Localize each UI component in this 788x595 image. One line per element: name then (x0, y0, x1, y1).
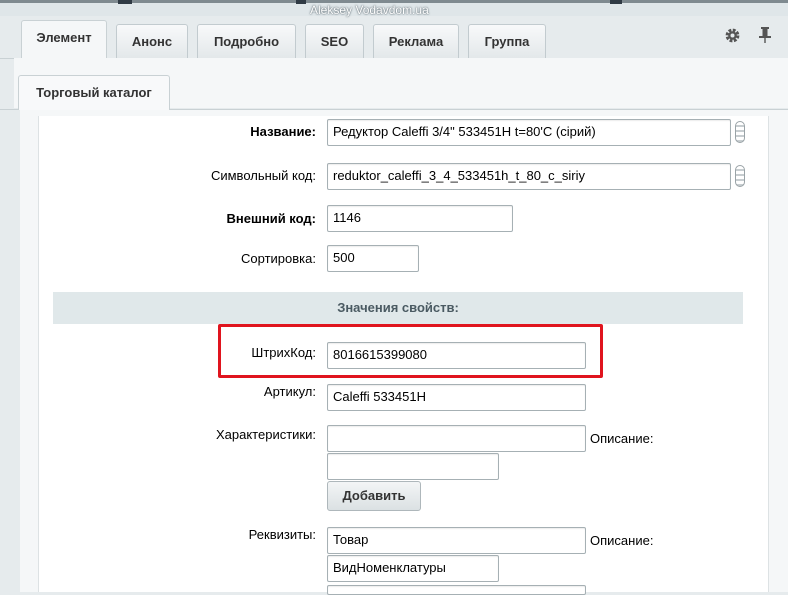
requisites-desc-label: Описание: (590, 533, 654, 548)
pin-icon[interactable] (758, 26, 772, 44)
xml-id-label: Внешний код: (226, 211, 316, 226)
tab-trade-catalog[interactable]: Торговый каталог (18, 75, 170, 110)
chain-link-icon[interactable] (735, 165, 745, 187)
sort-label: Сортировка: (241, 251, 316, 266)
properties-section-title: Значения свойств: (53, 292, 743, 324)
tab-group[interactable]: Группа (468, 24, 546, 58)
requisites-input[interactable]: Товар (327, 527, 586, 554)
tab-seo[interactable]: SEO (305, 24, 364, 58)
highlight-box (218, 324, 603, 378)
tab-ads[interactable]: Реклама (373, 24, 459, 58)
characteristics-input[interactable] (327, 425, 586, 452)
article-label: Артикул: (263, 384, 316, 399)
tab-announce[interactable]: Анонс (116, 24, 188, 58)
chain-link-icon[interactable] (735, 121, 745, 143)
tab-element[interactable]: Элемент (21, 20, 107, 58)
characteristics-label: Характеристики: (215, 427, 316, 442)
tab-details[interactable]: Подробно (197, 24, 296, 58)
top-mark (610, 0, 622, 4)
gear-icon[interactable] (724, 27, 741, 44)
sort-input[interactable]: 500 (327, 245, 419, 272)
code-label: Символьный код: (210, 168, 316, 183)
requisites-desc-input[interactable]: ВидНоменклатуры (327, 555, 499, 582)
watermark: Aleksey Vodavdom.ua (310, 3, 429, 17)
xml-id-input[interactable]: 1146 (327, 205, 513, 232)
name-label: Название: (250, 124, 316, 139)
characteristics-desc-input[interactable] (327, 453, 499, 480)
characteristics-desc-label: Описание: (590, 431, 654, 446)
top-mark (296, 0, 306, 4)
article-input[interactable]: Caleffi 533451H (327, 384, 586, 411)
add-button[interactable]: Добавить (327, 481, 421, 511)
name-input[interactable]: Редуктор Caleffi 3/4" 533451H t=80'C (сі… (327, 119, 731, 146)
requisites-next-input[interactable] (327, 585, 586, 595)
code-input[interactable]: reduktor_caleffi_3_4_533451h_t_80_c_siri… (327, 163, 731, 190)
requisites-label: Реквизиты: (248, 527, 316, 542)
top-mark (118, 0, 132, 4)
